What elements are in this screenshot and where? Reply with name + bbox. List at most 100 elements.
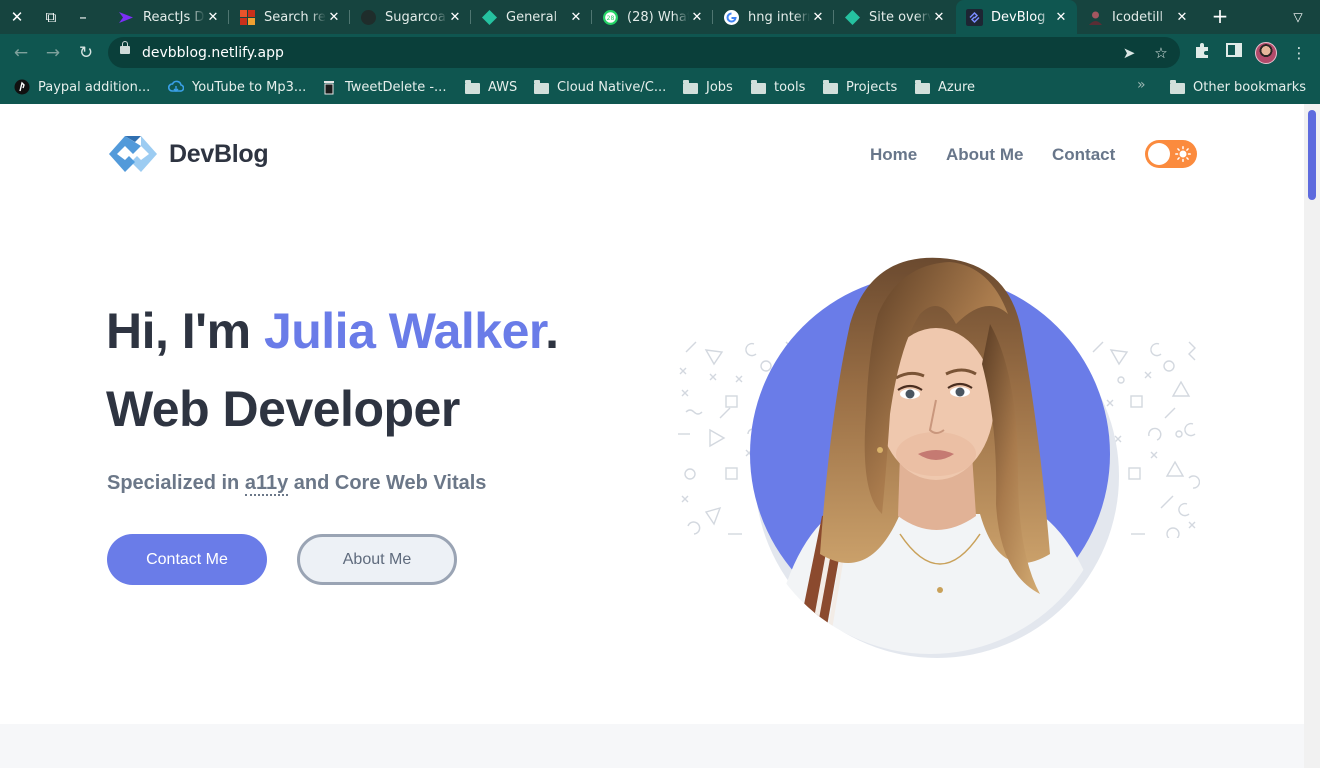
subtitle-suffix: and Core Web Vitals bbox=[293, 472, 487, 494]
nav-contact[interactable]: Contact bbox=[1052, 145, 1115, 165]
close-tab-icon[interactable]: ✕ bbox=[205, 10, 221, 25]
bookmark-label: Azure bbox=[938, 79, 976, 95]
page-scrollbar[interactable] bbox=[1304, 104, 1320, 768]
tab-title: Sugarcoat bbox=[385, 9, 447, 25]
restore-window-icon[interactable]: ⧉ bbox=[40, 6, 62, 28]
bookmark-folder-projects[interactable]: Projects bbox=[823, 77, 897, 97]
send-to-devices-icon[interactable]: ➤ bbox=[1119, 43, 1139, 63]
new-tab-icon[interactable]: + bbox=[1208, 4, 1232, 28]
tab-search-results[interactable]: Search results ✕ bbox=[229, 0, 350, 34]
close-tab-icon[interactable]: ✕ bbox=[810, 10, 826, 25]
profile-avatar[interactable] bbox=[1255, 42, 1277, 64]
bookmark-folder-azure[interactable]: Azure bbox=[915, 77, 975, 97]
bookmark-label: YouTube to Mp3... bbox=[192, 79, 307, 95]
folder-icon bbox=[465, 79, 480, 94]
google-tab-favicon-icon bbox=[724, 9, 739, 25]
theme-toggle[interactable] bbox=[1145, 140, 1197, 168]
close-tab-icon[interactable]: ✕ bbox=[447, 10, 463, 25]
nav-home[interactable]: Home bbox=[870, 145, 917, 165]
bookmark-star-icon[interactable]: ☆ bbox=[1151, 43, 1171, 63]
paypal-icon bbox=[14, 79, 30, 95]
tab-whatsapp[interactable]: 28 (28) WhatsApp ✕ bbox=[592, 0, 713, 34]
next-section-edge bbox=[0, 724, 1304, 768]
bookmark-label: Other bookmarks bbox=[1193, 79, 1307, 95]
tab-title: hng internship bbox=[748, 9, 810, 25]
bookmark-paypal[interactable]: Paypal addition... bbox=[14, 77, 150, 97]
search-results-tab-favicon-icon bbox=[240, 9, 255, 25]
bookmark-label: Projects bbox=[846, 79, 898, 95]
icodetill-tab-favicon-icon bbox=[1089, 11, 1102, 25]
tab-site-overview[interactable]: Site overview ✕ bbox=[834, 0, 955, 34]
toggle-knob bbox=[1148, 143, 1170, 165]
tab-icodetill[interactable]: Icodetill ✕ bbox=[1077, 0, 1198, 34]
tab-title: Site overview bbox=[869, 9, 931, 25]
devblog-tab-favicon-icon bbox=[966, 8, 983, 26]
more-bookmarks-chevron-icon[interactable]: » bbox=[1137, 77, 1146, 93]
minimize-window-icon[interactable]: – bbox=[72, 6, 94, 28]
browser-menu-icon[interactable]: ⋮ bbox=[1288, 42, 1310, 64]
side-panel-icon[interactable] bbox=[1223, 42, 1245, 64]
close-tab-icon[interactable]: ✕ bbox=[326, 10, 342, 25]
github-tab-favicon-icon bbox=[361, 9, 376, 25]
folder-icon bbox=[751, 79, 766, 94]
tab-hng-internship[interactable]: hng internship ✕ bbox=[713, 0, 834, 34]
folder-icon bbox=[823, 79, 838, 94]
trash-icon bbox=[324, 81, 334, 95]
close-tab-icon[interactable]: ✕ bbox=[931, 10, 947, 25]
close-window-icon[interactable]: ✕ bbox=[6, 6, 28, 28]
tab-reactjs[interactable]: ReactJs Developer ✕ bbox=[108, 0, 229, 34]
nav-about-me[interactable]: About Me bbox=[946, 145, 1023, 165]
bookmark-tweetdelete[interactable]: TweetDelete -... bbox=[321, 77, 446, 97]
netlify-tab-favicon-icon bbox=[845, 9, 860, 25]
bookmarks-bar: Paypal addition... YouTube to Mp3... Twe… bbox=[0, 71, 1320, 104]
logo-text: DevBlog bbox=[169, 139, 269, 168]
bookmark-youtube-mp3[interactable]: YouTube to Mp3... bbox=[168, 77, 306, 97]
a11y-abbreviation[interactable]: a11y bbox=[244, 472, 289, 496]
bookmark-label: Jobs bbox=[706, 79, 733, 95]
back-icon[interactable]: ← bbox=[10, 42, 32, 64]
about-me-button[interactable]: About Me bbox=[297, 534, 457, 585]
sun-icon bbox=[1175, 146, 1191, 162]
other-bookmarks-folder[interactable]: Other bookmarks bbox=[1170, 77, 1306, 97]
hero-greeting-line: Hi, I'm Julia Walker. bbox=[106, 302, 559, 360]
hero-greeting: Hi, I'm bbox=[106, 303, 251, 359]
bookmark-folder-tools[interactable]: tools bbox=[751, 77, 805, 97]
site-logo[interactable]: DevBlog bbox=[107, 134, 269, 174]
url-text[interactable]: devbblog.netlify.app bbox=[142, 45, 284, 61]
reload-icon[interactable]: ↻ bbox=[75, 42, 97, 64]
tab-title: Icodetill bbox=[1112, 9, 1164, 25]
bookmark-label: tools bbox=[774, 79, 806, 95]
close-tab-icon[interactable]: ✕ bbox=[1174, 10, 1190, 25]
extensions-puzzle-icon[interactable] bbox=[1191, 42, 1213, 64]
bookmark-folder-jobs[interactable]: Jobs bbox=[683, 77, 733, 97]
tab-title: ReactJs Developer bbox=[143, 9, 205, 25]
close-tab-icon[interactable]: ✕ bbox=[689, 10, 705, 25]
tab-devblog[interactable]: DevBlog ✕ bbox=[956, 0, 1077, 34]
address-bar[interactable]: devbblog.netlify.app ➤ ☆ bbox=[108, 37, 1180, 68]
tab-general[interactable]: General ✕ bbox=[471, 0, 592, 34]
browser-toolbar: ← → ↻ devbblog.netlify.app ➤ ☆ ⋮ bbox=[0, 34, 1320, 71]
cloud-download-icon bbox=[168, 80, 184, 92]
tab-title: Search results bbox=[264, 9, 326, 25]
scrollbar-thumb[interactable] bbox=[1308, 110, 1316, 200]
bookmark-folder-cloud-native[interactable]: Cloud Native/C... bbox=[534, 77, 666, 97]
folder-icon bbox=[683, 79, 698, 94]
bookmark-folder-aws[interactable]: AWS bbox=[465, 77, 517, 97]
close-tab-icon[interactable]: ✕ bbox=[568, 10, 584, 25]
bookmark-label: Paypal addition... bbox=[38, 79, 151, 95]
folder-icon bbox=[915, 79, 930, 94]
tab-title: DevBlog bbox=[991, 9, 1046, 25]
tab-sugarcoat[interactable]: Sugarcoat ✕ bbox=[350, 0, 471, 34]
contact-me-button[interactable]: Contact Me bbox=[107, 534, 267, 585]
hero-portrait-image bbox=[750, 257, 1119, 658]
close-tab-icon[interactable]: ✕ bbox=[1053, 10, 1069, 25]
forward-icon[interactable]: → bbox=[42, 42, 64, 64]
folder-icon bbox=[534, 79, 549, 94]
tab-title: General bbox=[506, 9, 558, 25]
page-viewport: DevBlog Home About Me Contact Hi, I'm Ju… bbox=[0, 104, 1304, 768]
devblog-logo-icon bbox=[109, 136, 157, 172]
hero-subtitle: Specialized in a11y and Core Web Vitals bbox=[107, 472, 487, 496]
tab-search-chevron-icon[interactable]: ▽ bbox=[1288, 7, 1308, 27]
netlify-tab-favicon-icon bbox=[482, 9, 497, 25]
bookmark-label: AWS bbox=[488, 79, 518, 95]
